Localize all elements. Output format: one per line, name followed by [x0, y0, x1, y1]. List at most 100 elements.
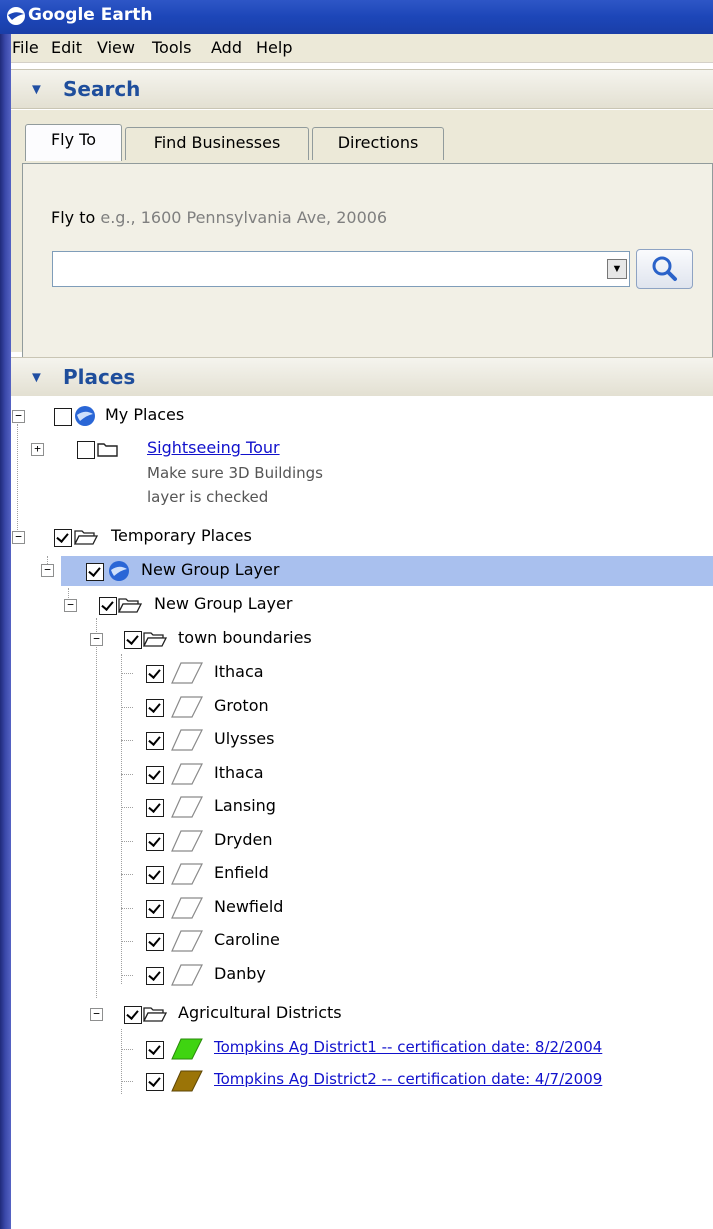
title-bar: Google Earth: [0, 0, 713, 34]
tree-label: Ulysses: [214, 729, 275, 748]
checkbox[interactable]: [146, 799, 164, 817]
checkbox[interactable]: [146, 1041, 164, 1059]
fly-to-input[interactable]: ▼: [52, 251, 630, 287]
polygon-outline-icon: [171, 729, 203, 751]
checkbox[interactable]: [146, 698, 164, 717]
search-button[interactable]: [636, 249, 693, 289]
checkbox[interactable]: [146, 765, 164, 784]
tree-row-town[interactable]: Caroline: [11, 926, 713, 956]
expand-icon[interactable]: +: [31, 443, 44, 456]
tree-line: [121, 1081, 133, 1082]
sightseeing-description-line: layer is checked: [147, 488, 269, 506]
checkbox[interactable]: [146, 732, 164, 750]
checkbox[interactable]: [146, 866, 164, 884]
tree-row-town[interactable]: Lansing: [11, 792, 713, 822]
menu-add[interactable]: Add: [211, 38, 242, 57]
magnifier-icon: [652, 256, 677, 281]
tree-row-town[interactable]: Newfield: [11, 893, 713, 923]
checkbox[interactable]: [146, 665, 164, 683]
collapse-icon[interactable]: −: [90, 633, 103, 646]
checkbox[interactable]: [146, 899, 164, 918]
tree-label: New Group Layer: [141, 560, 280, 579]
collapse-triangle-icon[interactable]: ▼: [29, 81, 44, 98]
menu-bar: File Edit View Tools Add Help: [11, 34, 713, 63]
checkbox[interactable]: [54, 408, 72, 426]
tree-line: [121, 773, 133, 775]
tree-link[interactable]: Tompkins Ag District2 -- certification d…: [214, 1070, 602, 1088]
places-panel-header[interactable]: ▼ Places: [11, 357, 713, 397]
checkbox[interactable]: [146, 832, 164, 851]
tab-find-businesses[interactable]: Find Businesses: [125, 127, 309, 160]
tree-row-new-group-layer-selected[interactable]: − New Group Layer: [41, 556, 713, 586]
collapse-icon[interactable]: −: [12, 531, 25, 544]
tree-line: [121, 706, 133, 708]
polygon-outline-icon: [171, 896, 203, 919]
checkbox[interactable]: [124, 1006, 142, 1024]
tree-label: Groton: [214, 695, 269, 715]
tree-row-town-boundaries[interactable]: − town boundaries: [11, 624, 713, 654]
tree-label: Caroline: [214, 930, 280, 949]
collapse-icon[interactable]: −: [12, 410, 25, 423]
google-earth-logo-icon: [7, 7, 25, 25]
tree-line: [121, 974, 133, 976]
checkbox[interactable]: [146, 1073, 164, 1091]
tree-label: New Group Layer: [154, 594, 293, 613]
tree-link[interactable]: Tompkins Ag District1 -- certification d…: [214, 1038, 602, 1056]
tree-row-my-places[interactable]: − My Places: [11, 401, 713, 431]
tree-row-sightseeing-tour[interactable]: + Sightseeing Tour: [11, 434, 713, 464]
tree-row-town[interactable]: Danby: [11, 960, 713, 990]
tree-line: [121, 1049, 133, 1050]
tab-directions[interactable]: Directions: [312, 127, 444, 160]
tree-link[interactable]: Sightseeing Tour: [147, 438, 280, 457]
checkbox[interactable]: [77, 441, 95, 459]
tree-row-ag-district-1[interactable]: Tompkins Ag District1 -- certification d…: [11, 1034, 713, 1064]
earth-globe-icon: [109, 561, 129, 581]
tree-line: [121, 907, 133, 909]
tree-label: My Places: [105, 405, 185, 424]
checkbox[interactable]: [146, 933, 164, 951]
tree-label: Dryden: [214, 829, 273, 849]
tree-line: [121, 807, 133, 808]
checkbox[interactable]: [86, 563, 104, 581]
collapse-icon[interactable]: −: [41, 564, 54, 577]
tree-label: Newfield: [214, 896, 284, 916]
menu-edit[interactable]: Edit: [51, 38, 82, 57]
checkbox[interactable]: [146, 966, 164, 985]
fly-to-hint: e.g., 1600 Pennsylvania Ave, 20006: [100, 208, 388, 227]
collapse-icon[interactable]: −: [90, 1008, 103, 1021]
menu-tools[interactable]: Tools: [152, 38, 191, 57]
checkbox[interactable]: [54, 529, 72, 547]
places-header-label: Places: [63, 365, 136, 389]
polygon-outline-icon: [171, 930, 203, 952]
tree-row-temporary-places[interactable]: − Temporary Places: [11, 522, 713, 552]
collapse-icon[interactable]: −: [64, 599, 77, 612]
tree-row-town[interactable]: Ulysses: [11, 725, 713, 755]
tree-row-agricultural-districts[interactable]: − Agricultural Districts: [11, 999, 713, 1029]
window-left-border: [0, 0, 11, 1229]
menu-file[interactable]: File: [12, 38, 39, 57]
tree-row-town[interactable]: Ithaca: [11, 658, 713, 688]
collapse-triangle-icon[interactable]: ▼: [29, 369, 44, 386]
tree-line: [121, 840, 133, 842]
tree-label: Ithaca: [214, 762, 264, 782]
tree-row-town[interactable]: Enfield: [11, 859, 713, 889]
open-folder-icon: [74, 530, 98, 545]
menu-view[interactable]: View: [97, 38, 135, 57]
tab-fly-to[interactable]: Fly To: [25, 124, 122, 161]
menu-help[interactable]: Help: [256, 38, 292, 57]
checkbox[interactable]: [124, 631, 142, 649]
tree-line: [121, 740, 133, 741]
dropdown-arrow-icon[interactable]: ▼: [607, 259, 627, 279]
tree-label: Danby: [214, 963, 266, 983]
search-panel-header[interactable]: ▼ Search: [11, 69, 713, 109]
open-folder-icon: [143, 1007, 167, 1022]
tree-row-town[interactable]: Dryden: [11, 826, 713, 856]
checkbox[interactable]: [99, 597, 117, 615]
tree-row-ag-district-2[interactable]: Tompkins Ag District2 -- certification d…: [11, 1066, 713, 1096]
tree-row-town[interactable]: Ithaca: [11, 759, 713, 789]
tree-row-new-group-layer[interactable]: − New Group Layer: [11, 590, 713, 620]
folder-icon: [97, 443, 118, 457]
fly-to-label-text: Fly to: [51, 208, 96, 227]
tree-row-town[interactable]: Groton: [11, 692, 713, 722]
tree-line: [121, 673, 133, 674]
